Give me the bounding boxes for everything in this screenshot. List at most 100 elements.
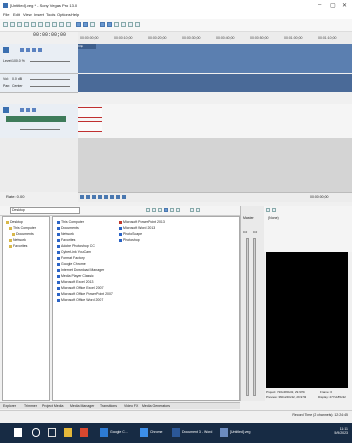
volume-slider[interactable] <box>30 79 70 80</box>
save-icon[interactable] <box>17 22 22 27</box>
open-icon[interactable] <box>10 22 15 27</box>
auto-crossfade-icon[interactable] <box>107 22 112 27</box>
go-to-start-icon[interactable] <box>116 195 120 199</box>
tree-item[interactable]: Desktop <box>6 220 23 224</box>
list-item[interactable]: Documents <box>57 226 79 230</box>
list-item[interactable]: Microsoft Office Excel 2007 <box>57 286 104 290</box>
video-track-lane[interactable]: Clip <box>78 44 352 73</box>
menu-help[interactable]: Help <box>71 12 79 17</box>
mute-icon[interactable] <box>20 48 24 52</box>
tree-item[interactable]: This Computer <box>9 226 36 230</box>
video-track-header[interactable]: Level: 100.0 % <box>0 44 78 74</box>
taskbar-clock[interactable]: 11:11 5/9/2023 <box>334 427 348 435</box>
audio-event[interactable] <box>78 107 102 118</box>
tree-item[interactable]: Favorites <box>9 244 27 248</box>
selection-tool-icon[interactable] <box>90 22 95 27</box>
menu-edit[interactable]: Edit <box>13 12 20 17</box>
views-icon[interactable] <box>158 208 162 212</box>
list-item[interactable]: PhotoScape <box>119 232 142 236</box>
menu-insert[interactable]: Insert <box>34 12 44 17</box>
tab-transitions[interactable]: Transitions <box>100 404 117 408</box>
tree-item[interactable]: Network <box>9 238 26 242</box>
document-taskbar-icon[interactable] <box>172 428 180 437</box>
copy-icon[interactable] <box>45 22 50 27</box>
volume-slider[interactable] <box>20 129 60 130</box>
tab-media-manager[interactable]: Media Manager <box>70 404 94 408</box>
fx-icon[interactable] <box>32 108 36 112</box>
automation-icon[interactable] <box>38 48 42 52</box>
list-item[interactable]: Internet Download Manager <box>57 268 104 272</box>
vegas-taskbar-icon[interactable] <box>100 428 108 437</box>
list-item[interactable]: Favorites <box>57 238 75 242</box>
redo-icon[interactable] <box>66 22 71 27</box>
solo-icon[interactable] <box>26 108 30 112</box>
taskbar-label[interactable]: Chrome <box>150 430 162 434</box>
pan-slider[interactable] <box>30 86 70 87</box>
menu-view[interactable]: View <box>23 12 32 17</box>
normal-edit-tool-icon[interactable] <box>76 22 81 27</box>
file-explorer-icon[interactable] <box>64 428 72 437</box>
audio-track-2-header[interactable] <box>0 104 78 139</box>
vegas-project-taskbar-icon[interactable] <box>220 428 228 437</box>
list-item[interactable]: Microsoft Office Word 2007 <box>57 298 103 302</box>
list-item[interactable]: CyberLink YouCam <box>57 250 91 254</box>
paste-icon[interactable] <box>52 22 57 27</box>
tab-project-media[interactable]: Project Media <box>42 404 63 408</box>
undo-icon[interactable] <box>59 22 64 27</box>
taskbar-label[interactable]: [Untitled].veg <box>230 430 250 434</box>
list-item[interactable]: Media Player Classic <box>57 274 94 278</box>
word-taskbar-icon[interactable] <box>140 428 148 437</box>
audio-event[interactable] <box>78 121 102 132</box>
envelope-tool-icon[interactable] <box>83 22 88 27</box>
close-button[interactable]: ✕ <box>342 2 347 9</box>
new-icon[interactable] <box>3 22 8 27</box>
loop-icon[interactable] <box>86 195 90 199</box>
explorer-path-field[interactable]: Desktop <box>10 207 80 214</box>
audio-track-lane[interactable] <box>78 74 352 92</box>
task-view-icon[interactable] <box>48 428 56 437</box>
menu-tools[interactable]: Tools <box>46 12 55 17</box>
help-icon[interactable] <box>135 22 140 27</box>
timeline-empty-area[interactable] <box>78 138 352 192</box>
stop-icon[interactable] <box>110 195 114 199</box>
list-item[interactable]: Network <box>57 232 74 236</box>
clip-event[interactable]: Clip <box>78 44 96 49</box>
audio-track-2-lane[interactable] <box>78 104 352 138</box>
list-item[interactable]: Microsoft PowerPoint 2013 <box>119 220 165 224</box>
properties-icon[interactable] <box>31 22 36 27</box>
play-icon[interactable] <box>98 195 102 199</box>
fx-icon[interactable] <box>32 48 36 52</box>
taskbar-label[interactable]: Document 3 - Word <box>182 430 212 434</box>
list-item[interactable]: Format Factory <box>57 256 85 260</box>
search-icon[interactable] <box>32 428 40 437</box>
pause-icon[interactable] <box>104 195 108 199</box>
go-to-end-icon[interactable] <box>122 195 126 199</box>
auto-preview-icon[interactable] <box>176 208 180 212</box>
tab-explorer[interactable]: Explorer <box>3 404 16 408</box>
list-item[interactable]: Microsoft Excel 2013 <box>57 280 94 284</box>
solo-icon[interactable] <box>26 48 30 52</box>
chrome-icon[interactable] <box>80 428 88 437</box>
record-icon[interactable] <box>80 195 84 199</box>
list-item[interactable]: Microsoft Word 2013 <box>119 226 155 230</box>
list-item[interactable]: Microsoft Office PowerPoint 2007 <box>57 292 113 296</box>
menu-options[interactable]: Options <box>57 12 71 17</box>
favorites-icon[interactable] <box>196 208 200 212</box>
level-slider[interactable] <box>30 61 70 62</box>
maximize-button[interactable]: ▢ <box>330 2 336 9</box>
render-icon[interactable] <box>24 22 29 27</box>
minimize-button[interactable]: – <box>318 2 321 8</box>
mute-icon[interactable] <box>20 108 24 112</box>
start-preview-icon[interactable] <box>164 208 168 212</box>
list-item[interactable]: Adobe Photoshop CC <box>57 244 95 248</box>
auto-ripple-icon[interactable] <box>114 22 119 27</box>
tab-media-generators[interactable]: Media Generators <box>142 404 170 408</box>
menu-file[interactable]: File <box>3 12 9 17</box>
tree-item[interactable]: Documents <box>12 232 34 236</box>
refresh-icon[interactable] <box>152 208 156 212</box>
tab-trimmer[interactable]: Trimmer <box>24 404 37 408</box>
list-item[interactable]: This Computer <box>57 220 84 224</box>
list-item[interactable]: Photoshop <box>119 238 140 242</box>
lock-envelopes-icon[interactable] <box>121 22 126 27</box>
taskbar-label[interactable]: Google C... <box>110 430 128 434</box>
